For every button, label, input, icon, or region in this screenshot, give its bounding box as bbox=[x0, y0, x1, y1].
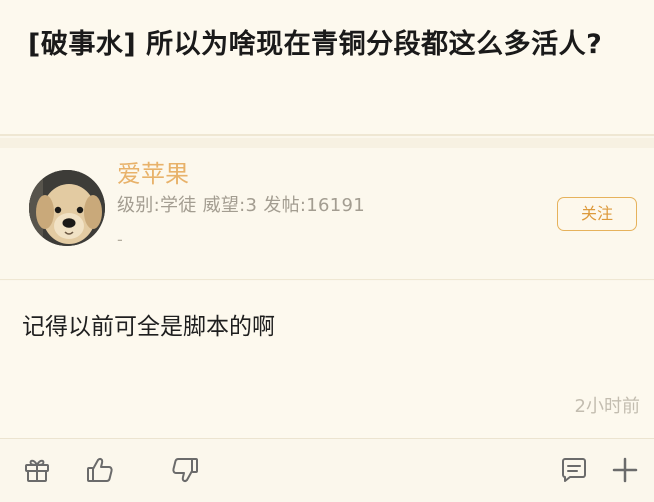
dislike-button[interactable] bbox=[168, 453, 202, 487]
avatar-dog-image bbox=[29, 170, 105, 246]
author-signature: - bbox=[117, 230, 123, 249]
author-meta: 级别:学徒 威望:3 发帖:16191 bbox=[117, 195, 366, 216]
comment-button[interactable] bbox=[557, 453, 591, 487]
author-card: 爱苹果 级别:学徒 威望:3 发帖:16191 - 关注 bbox=[0, 148, 654, 280]
gift-button[interactable] bbox=[20, 453, 54, 487]
post-content-section: 记得以前可全是脚本的啊 2小时前 bbox=[0, 281, 654, 439]
avatar[interactable] bbox=[29, 170, 105, 246]
thumbs-down-icon bbox=[172, 458, 198, 482]
comment-icon bbox=[562, 458, 586, 482]
section-divider bbox=[0, 138, 654, 148]
post-title-section: [破事水] 所以为啥现在青铜分段都这么多活人? bbox=[0, 0, 654, 136]
post-title: [破事水] 所以为啥现在青铜分段都这么多活人? bbox=[28, 29, 603, 60]
post-time: 2小时前 bbox=[574, 396, 640, 417]
gift-icon bbox=[25, 459, 49, 482]
author-name[interactable]: 爱苹果 bbox=[117, 159, 189, 189]
post-body: 记得以前可全是脚本的啊 bbox=[22, 314, 275, 340]
like-button[interactable] bbox=[83, 453, 117, 487]
plus-icon bbox=[612, 457, 638, 483]
add-button[interactable] bbox=[608, 453, 642, 487]
follow-button[interactable]: 关注 bbox=[557, 197, 637, 231]
action-bar bbox=[0, 440, 654, 502]
thumbs-up-icon bbox=[87, 458, 113, 482]
